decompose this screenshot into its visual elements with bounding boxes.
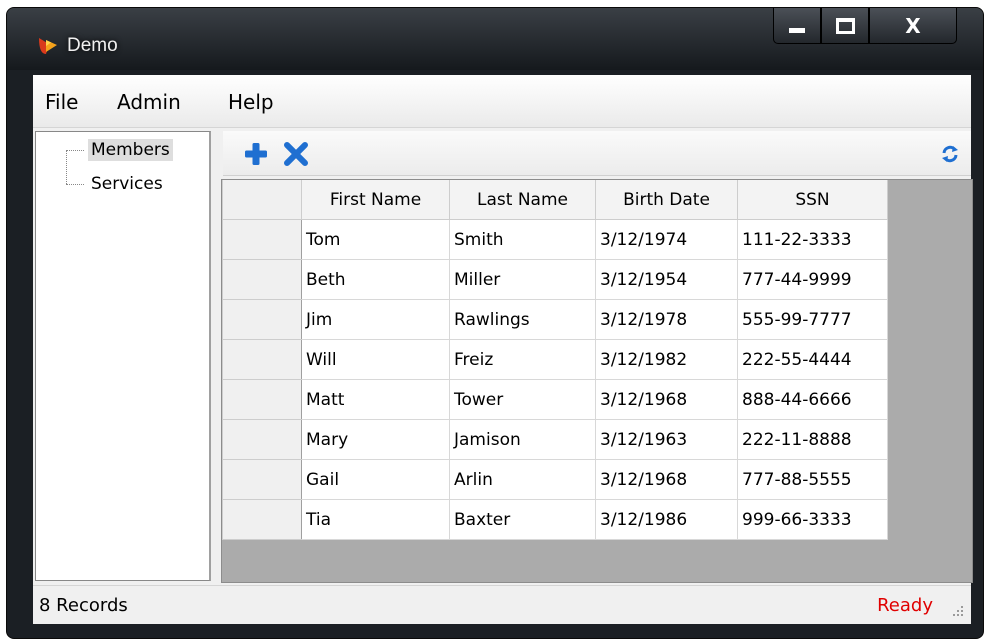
- cell-ssn[interactable]: 555-99-7777: [737, 299, 888, 340]
- row-header-cell[interactable]: [222, 219, 302, 260]
- delete-icon: [284, 142, 308, 166]
- cell-birth-date[interactable]: 3/12/1986: [595, 499, 738, 540]
- client-area: File Admin Help Members Services First N…: [33, 75, 973, 624]
- app-logo-icon: [39, 38, 57, 54]
- row-header-cell[interactable]: [222, 299, 302, 340]
- row-header-cell[interactable]: [222, 459, 302, 500]
- cell-last-name[interactable]: Rawlings: [449, 299, 596, 340]
- table-row[interactable]: Gail Arlin 3/12/1968 777-88-5555: [222, 459, 888, 500]
- row-header-cell[interactable]: [222, 499, 302, 540]
- delete-button[interactable]: [281, 139, 311, 169]
- record-count: 8 Records: [39, 595, 128, 616]
- table-row[interactable]: Mary Jamison 3/12/1963 222-11-8888: [222, 419, 888, 460]
- app-window: Demo X File Admin Help Members Services: [7, 8, 983, 638]
- menu-file[interactable]: File: [45, 90, 78, 114]
- cell-birth-date[interactable]: 3/12/1974: [595, 219, 738, 260]
- cell-last-name[interactable]: Baxter: [449, 499, 596, 540]
- cell-ssn[interactable]: 222-11-8888: [737, 419, 888, 460]
- cell-first-name[interactable]: Mary: [301, 419, 450, 460]
- close-icon: X: [905, 13, 921, 38]
- refresh-icon: [942, 145, 958, 163]
- cell-last-name[interactable]: Jamison: [449, 419, 596, 460]
- cell-first-name[interactable]: Gail: [301, 459, 450, 500]
- tree-connector-line: [66, 184, 84, 185]
- menu-admin[interactable]: Admin: [117, 90, 181, 114]
- cell-first-name[interactable]: Will: [301, 339, 450, 380]
- menu-bar: File Admin Help: [33, 75, 971, 128]
- row-header-cell[interactable]: [222, 259, 302, 300]
- cell-birth-date[interactable]: 3/12/1982: [595, 339, 738, 380]
- cell-first-name[interactable]: Tom: [301, 219, 450, 260]
- tree-connector-line: [66, 150, 84, 151]
- cell-birth-date[interactable]: 3/12/1968: [595, 379, 738, 420]
- tree-item-members[interactable]: Members: [88, 139, 173, 161]
- close-button[interactable]: X: [869, 8, 957, 44]
- cell-ssn[interactable]: 222-55-4444: [737, 339, 888, 380]
- row-header-cell[interactable]: [222, 419, 302, 460]
- navigation-tree: Members Services: [35, 131, 211, 581]
- corner-header-cell[interactable]: [222, 180, 302, 220]
- tree-item-services[interactable]: Services: [88, 173, 166, 195]
- status-text: Ready: [877, 595, 933, 616]
- column-header-first-name[interactable]: First Name: [301, 180, 450, 220]
- cell-ssn[interactable]: 888-44-6666: [737, 379, 888, 420]
- cell-birth-date[interactable]: 3/12/1963: [595, 419, 738, 460]
- minimize-button[interactable]: [773, 8, 821, 44]
- cell-first-name[interactable]: Jim: [301, 299, 450, 340]
- menu-help[interactable]: Help: [228, 90, 274, 114]
- cell-ssn[interactable]: 999-66-3333: [737, 499, 888, 540]
- cell-last-name[interactable]: Tower: [449, 379, 596, 420]
- resize-grip-icon[interactable]: [947, 604, 965, 618]
- row-header-cell[interactable]: [222, 339, 302, 380]
- title-bar[interactable]: Demo X: [7, 8, 983, 70]
- refresh-button[interactable]: [935, 139, 965, 169]
- cell-ssn[interactable]: 777-88-5555: [737, 459, 888, 500]
- cell-last-name[interactable]: Arlin: [449, 459, 596, 500]
- column-header-ssn[interactable]: SSN: [737, 180, 888, 220]
- window-title: Demo: [67, 35, 118, 56]
- add-icon: [245, 143, 267, 165]
- cell-first-name[interactable]: Matt: [301, 379, 450, 420]
- cell-first-name[interactable]: Tia: [301, 499, 450, 540]
- data-grid: First Name Last Name Birth Date SSN Tom …: [221, 179, 973, 583]
- maximize-icon: [835, 17, 855, 34]
- members-table: First Name Last Name Birth Date SSN Tom …: [222, 180, 888, 540]
- toolbar: [223, 131, 971, 176]
- cell-first-name[interactable]: Beth: [301, 259, 450, 300]
- table-row[interactable]: Will Freiz 3/12/1982 222-55-4444: [222, 339, 888, 380]
- tree-connector-line: [66, 150, 67, 184]
- cell-ssn[interactable]: 111-22-3333: [737, 219, 888, 260]
- table-row[interactable]: Matt Tower 3/12/1968 888-44-6666: [222, 379, 888, 420]
- add-button[interactable]: [241, 139, 271, 169]
- table-row[interactable]: Tia Baxter 3/12/1986 999-66-3333: [222, 499, 888, 540]
- cell-ssn[interactable]: 777-44-9999: [737, 259, 888, 300]
- cell-birth-date[interactable]: 3/12/1954: [595, 259, 738, 300]
- cell-last-name[interactable]: Miller: [449, 259, 596, 300]
- column-header-last-name[interactable]: Last Name: [449, 180, 596, 220]
- cell-birth-date[interactable]: 3/12/1968: [595, 459, 738, 500]
- table-row[interactable]: Jim Rawlings 3/12/1978 555-99-7777: [222, 299, 888, 340]
- status-bar: 8 Records Ready: [33, 585, 971, 624]
- maximize-button[interactable]: [821, 8, 869, 44]
- cell-birth-date[interactable]: 3/12/1978: [595, 299, 738, 340]
- table-header-row: First Name Last Name Birth Date SSN: [222, 180, 888, 220]
- minimize-icon: [789, 28, 805, 33]
- table-row[interactable]: Beth Miller 3/12/1954 777-44-9999: [222, 259, 888, 300]
- column-header-birth-date[interactable]: Birth Date: [595, 180, 738, 220]
- cell-last-name[interactable]: Smith: [449, 219, 596, 260]
- cell-last-name[interactable]: Freiz: [449, 339, 596, 380]
- row-header-cell[interactable]: [222, 379, 302, 420]
- table-row[interactable]: Tom Smith 3/12/1974 111-22-3333: [222, 219, 888, 260]
